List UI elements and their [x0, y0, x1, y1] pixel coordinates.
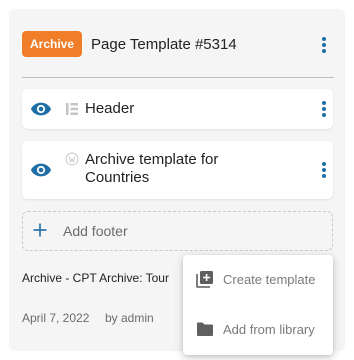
template-more-icon[interactable]	[315, 35, 333, 55]
elementor-icon	[65, 102, 79, 116]
menu-item-create-template[interactable]: Create template	[183, 259, 333, 299]
menu-item-label: Add from library	[223, 322, 315, 337]
menu-item-add-from-library[interactable]: Add from library	[183, 309, 333, 349]
add-footer-menu: Create template Add from library	[183, 255, 333, 355]
archive-part-label-line2: Countries	[85, 169, 150, 186]
archive-part-label-line1: Archive template for	[85, 151, 219, 168]
add-footer-button[interactable]: Add footer	[22, 211, 333, 251]
archive-badge: Archive	[22, 31, 83, 57]
header-part-row[interactable]: Header	[22, 89, 333, 129]
archive-part-more-icon[interactable]	[315, 160, 333, 180]
archive-part-row[interactable]: Archive template for Countries	[22, 141, 333, 199]
folder-icon	[197, 322, 213, 336]
plus-icon	[32, 222, 48, 243]
add-box-icon	[196, 271, 213, 288]
header-part-more-icon[interactable]	[315, 99, 333, 119]
template-meta-title: Archive - CPT Archive: Tour	[22, 271, 169, 285]
header-part-label: Header	[85, 100, 135, 117]
add-footer-label: Add footer	[63, 223, 128, 239]
wordpress-icon	[65, 152, 79, 166]
template-author: by admin	[105, 311, 154, 325]
template-title: Page Template #5314	[91, 36, 237, 53]
menu-item-label: Create template	[223, 272, 316, 287]
template-header: Archive Page Template #5314	[9, 9, 345, 77]
template-date: April 7, 2022	[22, 311, 90, 325]
eye-icon[interactable]	[30, 98, 52, 120]
eye-icon[interactable]	[30, 159, 52, 181]
header-divider	[22, 77, 334, 78]
